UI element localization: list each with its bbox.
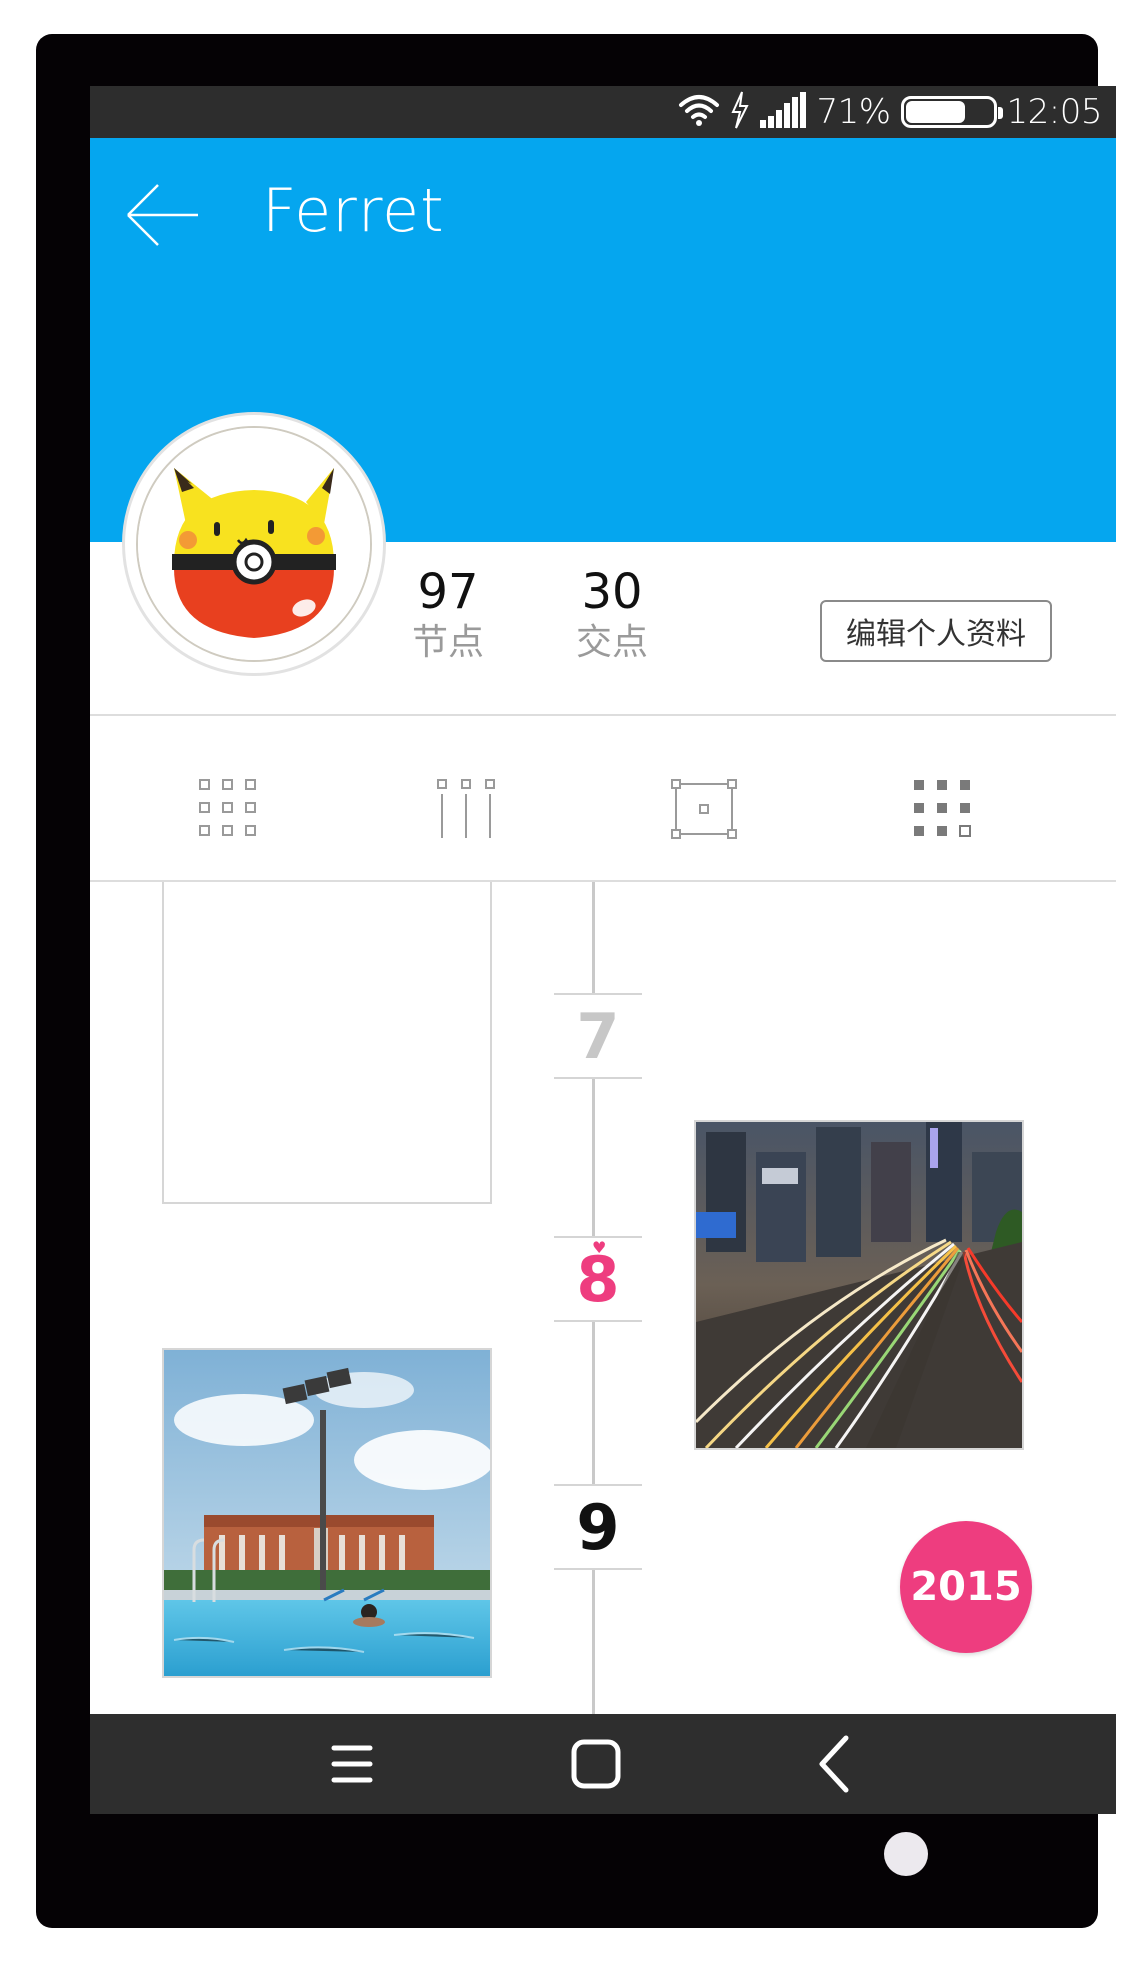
arrow-left-icon[interactable] (126, 182, 200, 248)
grid-3x3-icon[interactable] (188, 768, 268, 848)
physical-home-button[interactable] (884, 1832, 928, 1876)
charging-icon (730, 91, 750, 133)
timeline-day-8[interactable]: ♥ 8 (554, 1236, 642, 1322)
signal-icon (760, 92, 807, 132)
menu-icon[interactable] (320, 1732, 384, 1796)
navigation-bar (90, 1714, 1116, 1814)
year-button[interactable]: 2015 (900, 1521, 1032, 1653)
stat-nodes-label: 节点 (411, 622, 484, 663)
city-traffic-light-trails-photo[interactable] (694, 1120, 1024, 1450)
battery-icon (900, 96, 1003, 128)
edit-profile-button[interactable]: 编辑个人资料 (820, 600, 1052, 662)
stat-intersections-label: 交点 (575, 622, 648, 663)
stat-nodes[interactable]: 97 节点 (388, 564, 508, 666)
crop-frame-icon[interactable] (664, 768, 744, 848)
timeline-day-7-label: 7 (576, 999, 620, 1073)
screen: 71% 12:05 Ferret 97 节点 30 交点 编辑个人资料 7 ♥ … (90, 86, 1116, 1814)
pikachu-pokeball-avatar (136, 426, 372, 662)
stat-nodes-value: 97 (417, 564, 479, 620)
home-icon[interactable] (564, 1732, 628, 1796)
grid-filled-icon[interactable] (902, 768, 982, 848)
status-bar: 71% 12:05 (90, 86, 1116, 138)
timeline-day-7[interactable]: 7 (554, 993, 642, 1079)
back-icon[interactable] (804, 1732, 868, 1796)
columns-icon[interactable] (426, 768, 506, 848)
heart-icon: ♥ (592, 1238, 607, 1257)
avatar[interactable] (122, 412, 386, 676)
blank-photo[interactable] (162, 882, 492, 1204)
timeline-day-9-label: 9 (576, 1490, 620, 1564)
stat-intersections[interactable]: 30 交点 (552, 564, 672, 666)
battery-level (905, 101, 966, 123)
battery-percent: 71% (816, 92, 891, 132)
clock: 12:05 (1006, 92, 1103, 132)
page-title: Ferret (262, 176, 445, 246)
wifi-icon (678, 93, 720, 131)
timeline-day-9[interactable]: 9 (554, 1484, 642, 1570)
divider (90, 714, 1116, 716)
swimming-pool-floodlight-photo[interactable] (162, 1348, 492, 1678)
phone-frame: 71% 12:05 Ferret 97 节点 30 交点 编辑个人资料 7 ♥ … (36, 34, 1116, 1928)
stat-intersections-value: 30 (581, 564, 643, 620)
